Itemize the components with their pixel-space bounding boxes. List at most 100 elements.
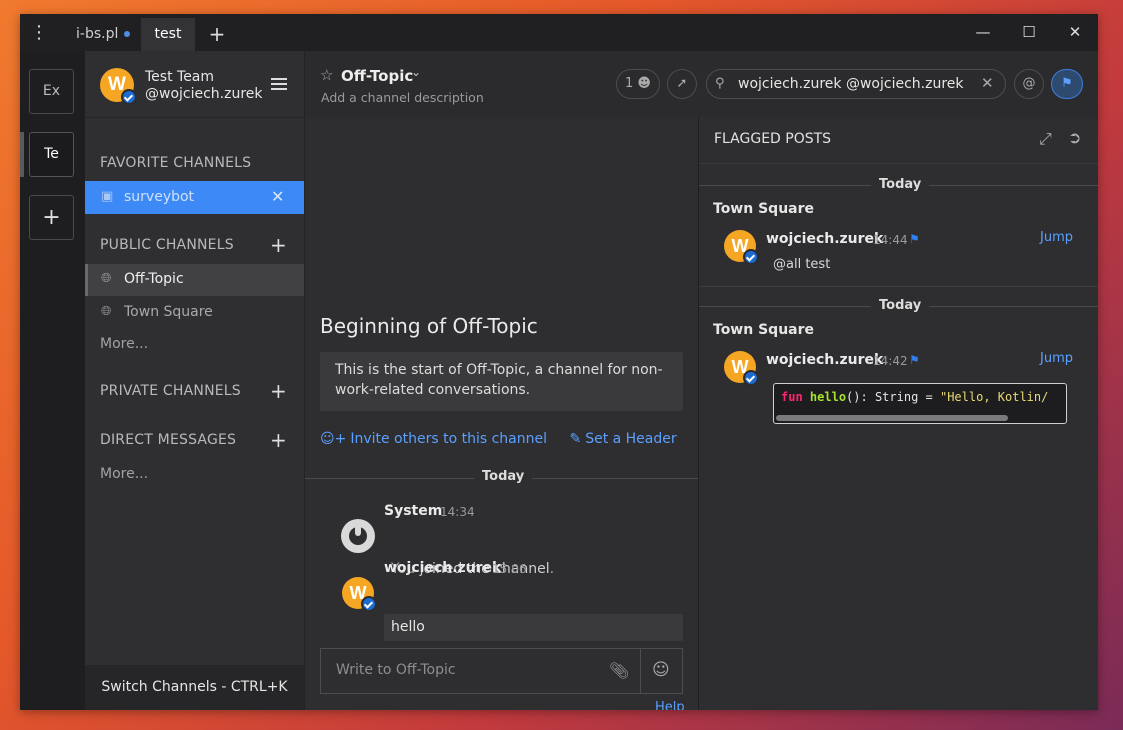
post-body: @all test bbox=[773, 257, 831, 272]
flagged-posts-button[interactable]: ⚑ bbox=[1051, 69, 1083, 99]
member-count: 1 bbox=[625, 76, 634, 91]
close-icon[interactable]: ✕ bbox=[271, 187, 284, 206]
add-direct-message-button[interactable]: + bbox=[270, 430, 287, 450]
message-author[interactable]: System bbox=[384, 503, 442, 519]
code-scrollbar[interactable] bbox=[776, 415, 1008, 421]
mentions-button[interactable]: @ bbox=[1014, 69, 1044, 99]
sidebar-header: W Test Team @wojciech.zurek bbox=[85, 51, 304, 118]
add-team-button[interactable]: + bbox=[29, 195, 74, 240]
app-window: ⋮ i-bs.pl test + — ☐ ✕ Ex Te + W Test Te… bbox=[20, 14, 1098, 710]
system-text-suffix: . bbox=[549, 561, 555, 577]
hamburger-menu-icon[interactable] bbox=[271, 78, 287, 90]
channel-title[interactable]: Off-Topic bbox=[341, 67, 413, 85]
tab-test[interactable]: test bbox=[141, 18, 195, 51]
day-label: Today bbox=[871, 298, 930, 313]
channel-sidebar: W Test Team @wojciech.zurek FAVORITE CHA… bbox=[85, 51, 305, 710]
switch-channels-button[interactable]: Switch Channels - CTRL+K bbox=[85, 665, 304, 710]
channel-description[interactable]: Add a channel description bbox=[321, 90, 484, 105]
flag-icon[interactable]: ⚑ bbox=[909, 353, 920, 367]
system-avatar-icon bbox=[341, 519, 375, 553]
at-icon: @ bbox=[1022, 76, 1036, 91]
search-input[interactable]: wojciech.zurek @wojciech.zurek bbox=[738, 76, 963, 92]
invite-others-link[interactable]: ☺+ Invite others to this channel bbox=[320, 431, 547, 447]
team-sidebar: Ex Te + bbox=[20, 51, 85, 710]
post-channel-name[interactable]: Town Square bbox=[713, 201, 814, 217]
post-time[interactable]: 14:42 bbox=[873, 354, 908, 368]
message-author[interactable]: wojciech.zurek bbox=[384, 560, 501, 576]
sidebar-item-off-topic[interactable]: 🌐︎ Off-Topic bbox=[85, 264, 304, 296]
more-public-channels-link[interactable]: More... bbox=[100, 336, 148, 352]
search-box[interactable]: ⚲ wojciech.zurek @wojciech.zurek ✕ bbox=[706, 69, 1006, 99]
tab-i-bs[interactable]: i-bs.pl bbox=[64, 18, 142, 51]
post-author[interactable]: wojciech.zurek bbox=[766, 231, 883, 247]
jump-link[interactable]: Jump bbox=[1040, 230, 1073, 245]
pinned-posts-button[interactable]: ➚ bbox=[667, 69, 697, 99]
pencil-icon: ✎ bbox=[569, 431, 582, 447]
pin-icon: ➚ bbox=[676, 76, 688, 91]
day-label: Today bbox=[871, 177, 930, 192]
message-time[interactable]: 14:34 bbox=[440, 505, 475, 519]
code-block[interactable]: fun hello(): String = "Hello, Kotlin/ bbox=[773, 383, 1067, 424]
post-time[interactable]: 14:44 bbox=[873, 233, 908, 247]
sidebar-item-label: Town Square bbox=[124, 304, 213, 320]
robot-icon: ▣ bbox=[101, 189, 114, 204]
member-list-button[interactable]: 1 ☻ bbox=[616, 69, 660, 99]
add-private-channel-button[interactable]: + bbox=[270, 381, 287, 401]
maximize-button[interactable]: ☐ bbox=[1006, 14, 1052, 51]
minimize-button[interactable]: — bbox=[960, 14, 1006, 51]
close-window-button[interactable]: ✕ bbox=[1052, 14, 1098, 51]
invite-label: Invite others to this channel bbox=[350, 431, 547, 447]
code-keyword: fun bbox=[781, 390, 803, 404]
help-link[interactable]: Help bbox=[655, 700, 685, 710]
app-menu-icon[interactable]: ⋮ bbox=[28, 22, 50, 44]
team-name: Test Team bbox=[145, 69, 215, 85]
jump-link[interactable]: Jump bbox=[1040, 351, 1073, 366]
add-tab-button[interactable]: + bbox=[206, 18, 228, 51]
search-icon: ⚲ bbox=[715, 76, 725, 91]
verified-badge-icon bbox=[361, 596, 377, 612]
favorite-channels-title: FAVORITE CHANNELS bbox=[100, 155, 252, 171]
message-time[interactable]: 15:06 bbox=[492, 562, 527, 576]
active-team-indicator bbox=[20, 132, 24, 177]
sidebar-item-town-square[interactable]: 🌐︎ Town Square bbox=[85, 297, 304, 329]
tab-label: test bbox=[154, 26, 182, 42]
channel-intro-title: Beginning of Off-Topic bbox=[320, 314, 538, 338]
private-channels-title: PRIVATE CHANNELS bbox=[100, 383, 241, 399]
flagged-posts-header: FLAGGED POSTS ⤢ ➲ bbox=[699, 117, 1098, 164]
message-area: Beginning of Off-Topic This is the start… bbox=[305, 117, 698, 710]
set-header-link[interactable]: ✎ Set a Header bbox=[569, 431, 676, 447]
avatar[interactable]: W bbox=[724, 351, 759, 386]
composer-placeholder: Write to Off-Topic bbox=[336, 662, 456, 678]
composer-divider bbox=[640, 649, 641, 693]
message-body: hello bbox=[384, 614, 683, 641]
avatar[interactable]: W bbox=[342, 577, 377, 612]
expand-icon[interactable]: ⤢ bbox=[1039, 129, 1052, 149]
chevron-down-icon[interactable]: ⌄ bbox=[411, 65, 421, 79]
add-public-channel-button[interactable]: + bbox=[270, 235, 287, 255]
tab-label: i-bs.pl bbox=[76, 26, 119, 42]
team-button-te[interactable]: Te bbox=[29, 132, 74, 177]
post-author[interactable]: wojciech.zurek bbox=[766, 352, 883, 368]
team-button-ex[interactable]: Ex bbox=[29, 69, 74, 114]
avatar[interactable]: W bbox=[100, 68, 137, 105]
add-user-icon: ☺+ bbox=[320, 431, 347, 447]
star-icon[interactable]: ☆ bbox=[320, 66, 333, 84]
more-direct-messages-link[interactable]: More... bbox=[100, 466, 148, 482]
set-header-label: Set a Header bbox=[585, 431, 677, 447]
emoji-icon[interactable]: ☺ bbox=[652, 660, 670, 680]
verified-badge-icon bbox=[743, 249, 759, 265]
clear-search-icon[interactable]: ✕ bbox=[981, 74, 994, 92]
channel-intro-text: This is the start of Off-Topic, a channe… bbox=[320, 352, 683, 411]
sidebar-item-surveybot[interactable]: ▣ surveybot ✕ bbox=[85, 181, 304, 214]
flagged-posts-panel: FLAGGED POSTS ⤢ ➲ Today Town Square W wo… bbox=[698, 117, 1098, 710]
avatar[interactable]: W bbox=[724, 230, 759, 265]
close-panel-icon[interactable]: ➲ bbox=[1068, 128, 1081, 147]
paperclip-icon[interactable]: 📎︎ bbox=[609, 661, 629, 680]
post-channel-name[interactable]: Town Square bbox=[713, 322, 814, 338]
flag-icon[interactable]: ⚑ bbox=[909, 232, 920, 246]
code-string: "Hello, Kotlin/ bbox=[939, 390, 1049, 404]
username: @wojciech.zurek bbox=[145, 86, 263, 102]
message-composer[interactable]: Write to Off-Topic 📎︎ ☺ bbox=[320, 648, 683, 694]
code-signature: (): String = bbox=[846, 390, 940, 404]
verified-badge-icon bbox=[743, 370, 759, 386]
